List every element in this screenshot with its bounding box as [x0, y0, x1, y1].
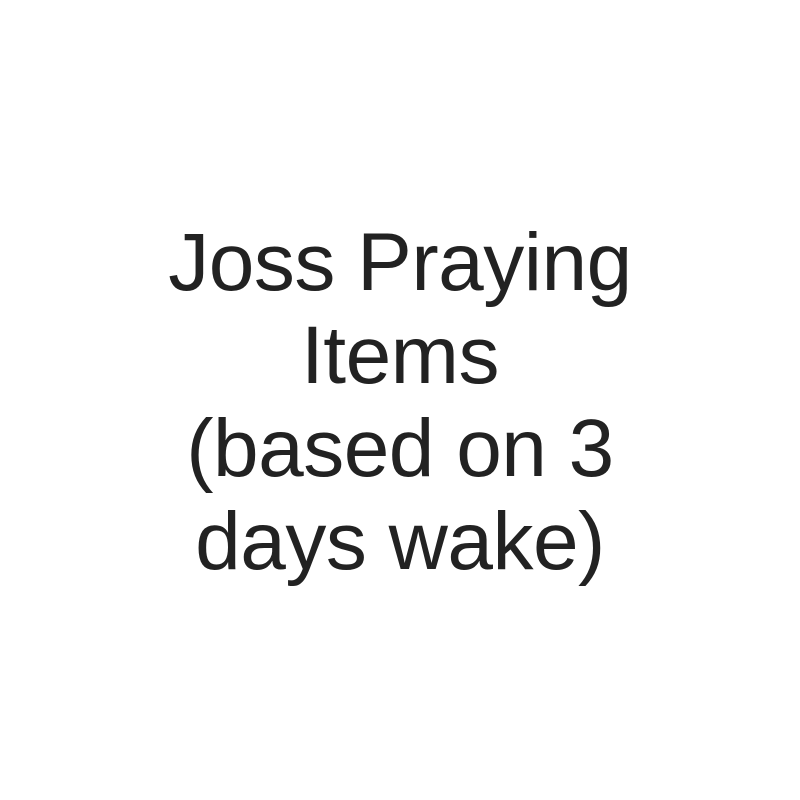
title-line-2: Items [301, 310, 499, 401]
title-text-block: Joss Praying Items (based on 3 days wake… [168, 216, 632, 588]
title-line-3: (based on 3 [186, 403, 614, 494]
title-line-4: days wake) [195, 496, 605, 587]
image-canvas: Joss Praying Items (based on 3 days wake… [0, 0, 800, 800]
title-line-1: Joss Praying [168, 217, 632, 308]
